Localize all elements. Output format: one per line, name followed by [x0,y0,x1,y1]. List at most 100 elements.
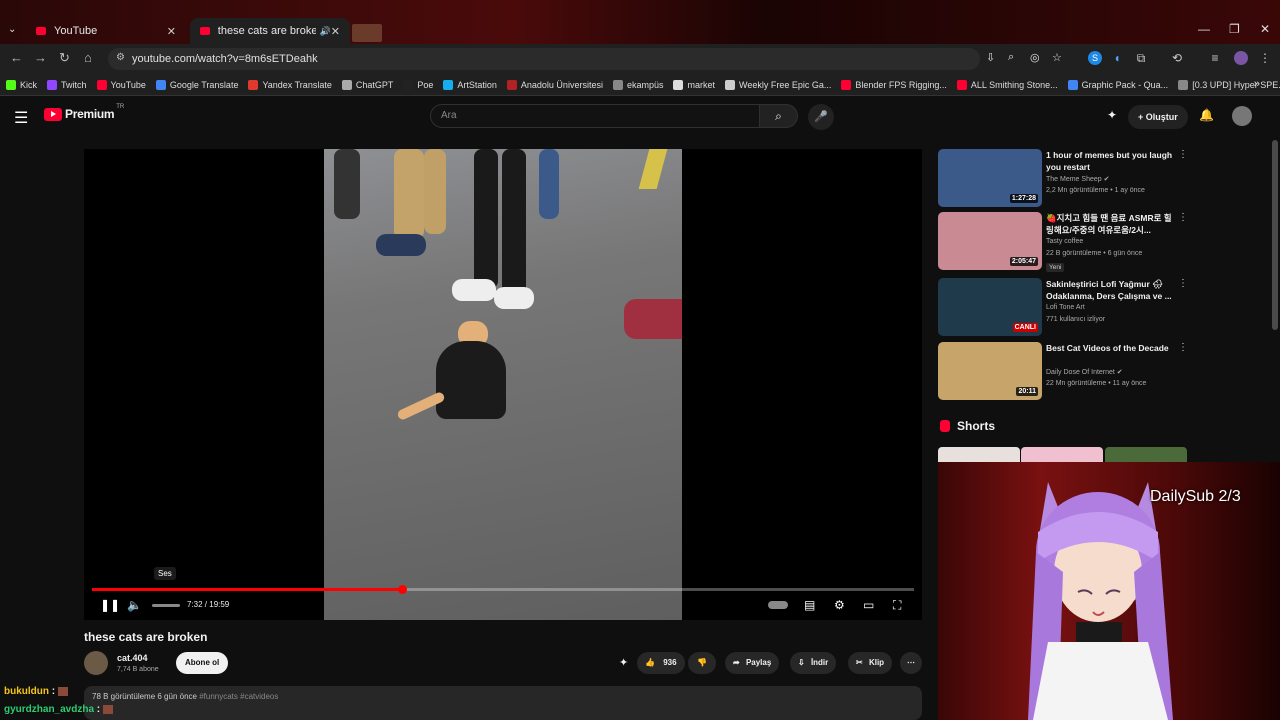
premium-gem-icon[interactable]: ✦ [1107,108,1117,122]
history-icon[interactable]: ⟲ [1170,51,1184,65]
bookmark-item[interactable]: market [673,79,715,90]
site-info-icon[interactable]: ⚙ [116,52,125,63]
like-button[interactable]: 👍 936 [637,652,685,674]
page-scrollbar[interactable] [1272,140,1278,330]
recommendation-item[interactable]: 1:27:28 1 hour of memes but you laugh you… [938,149,1188,209]
recommendation-thumbnail[interactable]: 2:05:47 [938,212,1042,270]
settings-gear-icon[interactable]: ⚙ [834,598,845,612]
chat-emote-image [103,704,114,714]
notifications-bell-icon[interactable]: 🔔 [1199,108,1214,122]
bookmark-item[interactable]: Weekly Free Epic Ga... [725,79,831,90]
install-app-icon[interactable]: ⇩ [986,51,995,64]
bookmark-item[interactable]: [0.3 UPD] Hyper SPE... [1178,79,1280,90]
bookmark-item[interactable]: Graphic Pack - Qua... [1067,79,1168,90]
recommendation-thumbnail[interactable]: 20:11 [938,342,1042,400]
media-control-icon[interactable]: ≡ [1208,51,1222,65]
reload-icon[interactable]: ↻ [59,50,70,66]
theater-mode-icon[interactable]: ▭ [863,598,874,612]
dislike-button[interactable]: 👎 [688,652,716,674]
more-options-icon[interactable]: ⋮ [1178,342,1188,353]
bookmark-item[interactable]: ChatGPT [341,79,393,90]
eye-off-icon[interactable]: ◎ [1030,51,1040,64]
recommendation-title[interactable]: Best Cat Videos of the Decade [1046,342,1176,354]
recommendation-title[interactable]: 🍓지치고 힘들 땐 음료 ASMR로 힐링해요/주중의 여유로움/2시... [1046,212,1176,236]
tab-search-icon[interactable]: ⌄ [8,24,16,35]
bookmark-item[interactable]: ekampüs [612,79,663,90]
more-actions-button[interactable]: ⋯ [900,652,922,674]
channel-name[interactable]: cat.404 [117,653,148,663]
tab-youtube[interactable]: YouTube ✕ [26,18,186,44]
progress-bar[interactable] [92,585,914,594]
tab-current-video[interactable]: these cats are broken - You 🔊 ✕ [190,18,350,44]
extension-shield-icon[interactable]: S [1088,51,1102,65]
search-input[interactable]: Ara [430,104,760,128]
minimize-icon[interactable]: — [1198,22,1210,36]
download-button[interactable]: ⇩ İndir [790,652,837,674]
zoom-icon[interactable]: ⌕ [1008,51,1014,64]
bookmark-label: ArtStation [457,79,497,90]
home-icon[interactable]: ⌂ [84,50,92,65]
recommendation-title[interactable]: Sakinleştirici Lofi Yağmur 🌧 Odaklanma, … [1046,278,1176,302]
bookmark-favicon-icon [155,79,166,90]
recommendation-item[interactable]: 2:05:47 🍓지치고 힘들 땐 음료 ASMR로 힐링해요/주중의 여유로움/… [938,212,1188,272]
recommendation-title[interactable]: 1 hour of memes but you laugh you restar… [1046,149,1176,173]
volume-slider[interactable] [152,604,180,607]
logo-text: Premium [65,107,115,121]
share-button[interactable]: ➦ Paylaş [725,652,780,674]
bookmark-item[interactable]: Google Translate [155,79,238,90]
recommendation-item[interactable]: 20:11 Best Cat Videos of the Decade Daily … [938,342,1188,402]
bookmark-item[interactable]: Anadolu Üniversitesi [506,79,603,90]
bookmark-item[interactable]: Poe [403,79,433,90]
shoe-shape [452,279,496,301]
subscribe-button[interactable]: Abone ol [176,652,229,674]
hashtags[interactable]: #funnycats #catvideos [199,692,278,701]
more-options-icon[interactable]: ⋮ [1178,212,1188,223]
recommendation-channel[interactable]: Lofi Tone Art [1046,304,1085,311]
close-tab-icon[interactable]: ✕ [167,25,176,38]
recommendation-item[interactable]: CANLI Sakinleştirici Lofi Yağmur 🌧 Odakla… [938,278,1188,338]
recommendation-thumbnail[interactable]: CANLI [938,278,1042,336]
floor-yellow-line [638,149,668,189]
volume-icon[interactable]: 🔈 [127,598,142,612]
bookmark-item[interactable]: Twitch [47,79,87,90]
recommendation-thumbnail[interactable]: 1:27:28 [938,149,1042,207]
voice-search-icon[interactable]: 🎤 [808,104,834,130]
create-button[interactable]: + Oluştur [1128,105,1188,129]
account-avatar[interactable] [1232,106,1252,126]
close-tab-icon[interactable]: ✕ [331,25,340,38]
bookmark-star-icon[interactable]: ☆ [1052,51,1062,64]
search-button[interactable]: ⌕ [760,104,798,128]
maximize-icon[interactable]: ❐ [1229,22,1240,36]
bookmark-item[interactable]: Blender FPS Rigging... [841,79,947,90]
premium-gem-icon[interactable]: ✦ [619,656,628,669]
recommendation-channel[interactable]: Daily Dose Of Internet ✔ [1046,368,1123,376]
clip-button[interactable]: ✂ Klip [848,652,893,674]
back-icon[interactable]: ← [10,50,23,65]
close-window-icon[interactable]: ✕ [1260,22,1270,36]
bookmark-item[interactable]: ArtStation [443,79,497,90]
youtube-premium-logo[interactable]: Premium TR [44,104,124,121]
bookmark-item[interactable]: Kick [6,79,37,90]
autoplay-toggle[interactable] [768,601,788,609]
bookmark-item[interactable]: ALL Smithing Stone... [956,79,1058,90]
fullscreen-icon[interactable]: ⛶ [893,598,901,613]
bookmark-item[interactable]: YouTube [96,79,146,90]
menu-icon[interactable]: ☰ [14,108,28,128]
extensions-icon[interactable]: ⧉ [1134,51,1148,65]
subtitles-icon[interactable]: ▤ [804,598,815,612]
forward-icon[interactable]: → [34,50,47,65]
video-player[interactable]: Ses ❚❚ 🔈 7:32 / 19:59 ▤ ⚙ ▭ ⛶ [84,149,922,620]
bookmarks-overflow-icon[interactable]: » [1254,78,1260,90]
extension-audio-icon[interactable]: ◖ [1110,51,1124,65]
bookmark-item[interactable]: Yandex Translate [248,79,332,90]
profile-avatar-icon[interactable] [1234,51,1248,65]
more-options-icon[interactable]: ⋮ [1178,278,1188,289]
browser-menu-icon[interactable]: ⋮ [1258,51,1272,65]
more-options-icon[interactable]: ⋮ [1178,149,1188,160]
channel-avatar[interactable] [84,651,108,675]
audio-playing-icon[interactable]: 🔊 [320,26,331,37]
address-bar[interactable]: ⚙ youtube.com/watch?v=8m6sETDeahk ⇩ ⌕ ◎ … [108,48,1062,70]
recommendation-channel[interactable]: Tasty coffee [1046,238,1083,245]
pause-icon[interactable]: ❚❚ [100,598,120,612]
recommendation-channel[interactable]: The Meme Sheep ✔ [1046,175,1109,183]
